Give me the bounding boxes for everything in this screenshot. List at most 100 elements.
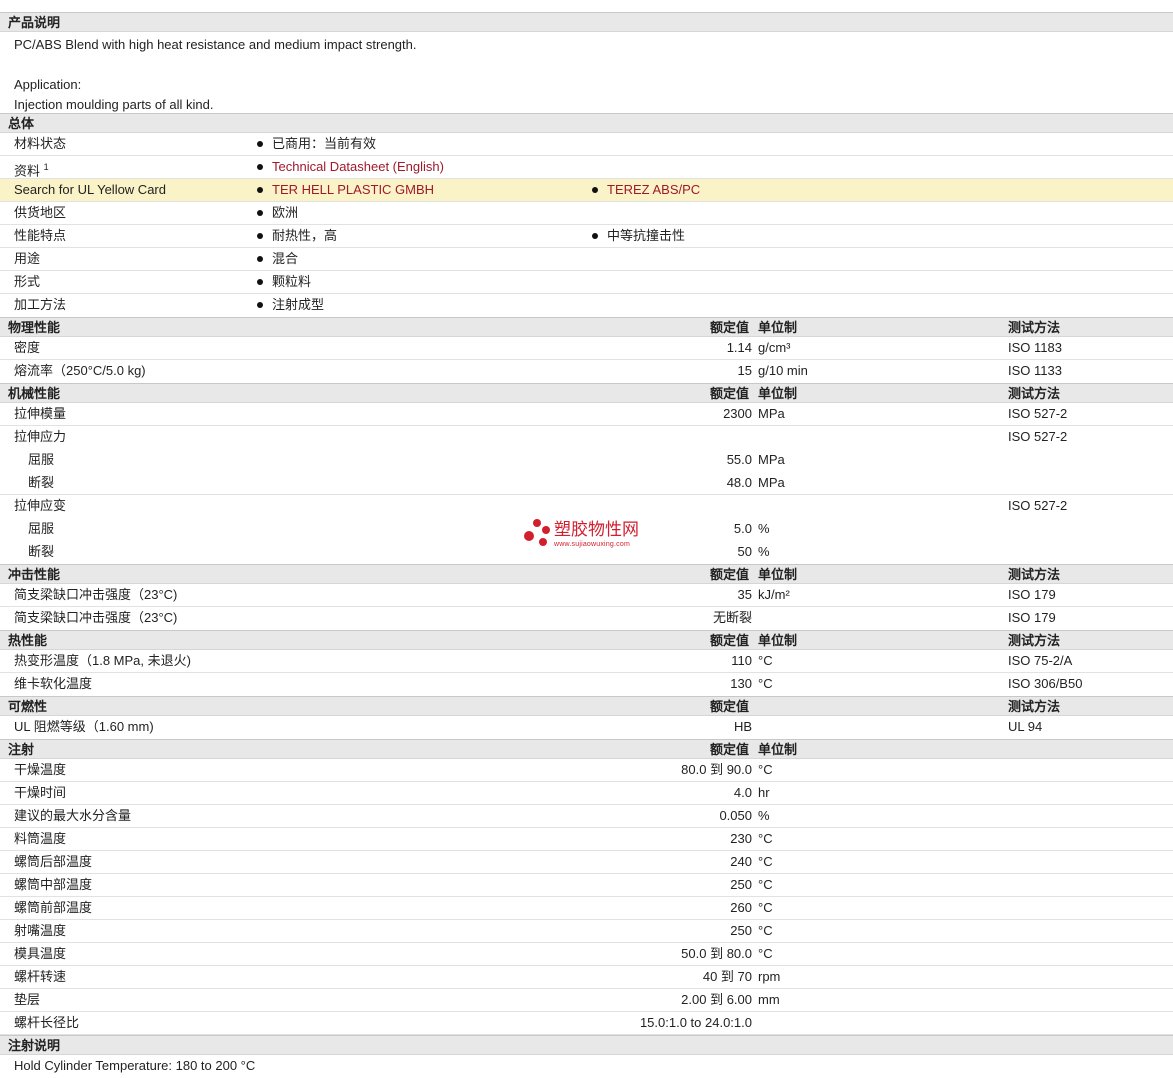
row-label: 材料状态 — [14, 136, 67, 151]
col-header-test: 测试方法 — [1008, 386, 1061, 401]
row-label: 模具温度 — [14, 946, 67, 961]
property-row: 射嘴温度 250 °C — [0, 920, 1173, 943]
property-row: 维卡软化温度 130 °C ISO 306/B50 — [0, 673, 1173, 696]
col-header-nominal: 额定值 — [710, 386, 750, 401]
row-label: 垫层 — [14, 992, 41, 1007]
property-row: 干燥时间 4.0 hr — [0, 782, 1173, 805]
row-unit: °C — [758, 762, 773, 777]
col-header-nominal: 额定值 — [710, 742, 750, 757]
row-label: 建议的最大水分含量 — [14, 808, 132, 823]
col-header-nominal: 额定值 — [710, 633, 750, 648]
row-label: 拉伸应变 — [14, 498, 67, 513]
row-label: 加工方法 — [14, 297, 67, 312]
section-title: 产品说明 — [8, 15, 61, 30]
description-text: Application: — [14, 77, 82, 92]
row-value: 55.0 — [726, 452, 752, 467]
row-value: 2.00 到 6.00 — [681, 992, 752, 1007]
row-unit: MPa — [758, 406, 785, 421]
row-value: 50.0 到 80.0 — [681, 946, 752, 961]
ul-product-link[interactable]: TEREZ ABS/PC — [607, 182, 700, 197]
property-row: 螺筒中部温度 250 °C — [0, 874, 1173, 897]
property-row: 料筒温度 230 °C — [0, 828, 1173, 851]
row-label: 简支梁缺口冲击强度（23°C) — [14, 587, 178, 602]
bullet-icon — [592, 187, 598, 193]
row-value: 250 — [730, 923, 752, 938]
technical-datasheet-link[interactable]: Technical Datasheet (English) — [272, 159, 444, 174]
section-header-injection: 注射 额定值 单位制 — [0, 739, 1173, 759]
row-value: 已商用：当前有效 — [272, 136, 377, 151]
property-row: 热变形温度（1.8 MPa, 未退火) 110 °C ISO 75-2/A — [0, 650, 1173, 673]
row-unit: g/cm³ — [758, 340, 791, 355]
general-row-docs: 资料 1 Technical Datasheet (English) — [0, 156, 1173, 179]
row-label: 料筒温度 — [14, 831, 67, 846]
property-row: UL 阻燃等级（1.60 mm) HB UL 94 — [0, 716, 1173, 739]
row-value: 5.0 — [733, 521, 752, 536]
row-unit: °C — [758, 854, 773, 869]
row-value: 无断裂 — [712, 610, 752, 625]
bullet-icon — [257, 279, 263, 285]
property-row: 螺杆转速 40 到 70 rpm — [0, 966, 1173, 989]
bullet-icon — [257, 187, 263, 193]
row-label: 干燥时间 — [14, 785, 67, 800]
row-test-method: ISO 527-2 — [1008, 498, 1068, 513]
row-value: 耐热性，高 — [272, 228, 338, 243]
watermark-name: 塑胶物性网 — [554, 520, 639, 540]
section-header-physical: 物理性能 额定值 单位制 测试方法 — [0, 317, 1173, 337]
row-unit: hr — [758, 785, 770, 800]
section-title: 热性能 — [8, 633, 48, 648]
section-title: 总体 — [8, 116, 35, 131]
bullet-icon — [257, 302, 263, 308]
row-value: 130 — [730, 676, 752, 691]
product-description: PC/ABS Blend with high heat resistance a… — [0, 32, 1173, 113]
row-test-method: ISO 1183 — [1008, 340, 1062, 355]
property-row: 简支梁缺口冲击强度（23°C) 无断裂 ISO 179 — [0, 607, 1173, 630]
section-header-thermal: 热性能 额定值 单位制 测试方法 — [0, 630, 1173, 650]
section-header-impact: 冲击性能 额定值 单位制 测试方法 — [0, 564, 1173, 584]
row-label: UL 阻燃等级（1.60 mm) — [14, 719, 154, 734]
property-row: 垫层 2.00 到 6.00 mm — [0, 989, 1173, 1012]
general-row-processing: 加工方法 注射成型 — [0, 294, 1173, 317]
col-header-nominal: 额定值 — [710, 699, 750, 714]
property-row: 螺筒前部温度 260 °C — [0, 897, 1173, 920]
row-value: 0.050 — [719, 808, 752, 823]
row-label: 射嘴温度 — [14, 923, 67, 938]
property-row: 拉伸模量 2300 MPa ISO 527-2 — [0, 403, 1173, 426]
row-value: 80.0 到 90.0 — [681, 762, 752, 777]
property-subrow: 断裂 48.0 MPa — [0, 472, 1173, 495]
row-label: 热变形温度（1.8 MPa, 未退火) — [14, 653, 191, 668]
row-label: 螺杆转速 — [14, 969, 67, 984]
bullet-icon — [257, 141, 263, 147]
row-label: 简支梁缺口冲击强度（23°C) — [14, 610, 178, 625]
col-header-test: 测试方法 — [1008, 320, 1061, 335]
row-test-method: ISO 306/B50 — [1008, 676, 1083, 691]
section-title: 可燃性 — [8, 699, 48, 714]
row-unit: °C — [758, 877, 773, 892]
row-value: 15 — [737, 363, 752, 378]
row-test-method: ISO 1133 — [1008, 363, 1062, 378]
ul-company-link[interactable]: TER HELL PLASTIC GMBH — [272, 182, 434, 197]
row-value: 230 — [730, 831, 752, 846]
row-test-method: UL 94 — [1008, 719, 1043, 734]
row-value: 40 到 70 — [702, 969, 752, 984]
row-unit: °C — [758, 923, 773, 938]
row-value: 混合 — [272, 251, 299, 266]
row-label: 用途 — [14, 251, 41, 266]
row-value: 欧洲 — [272, 205, 299, 220]
row-label: 断裂 — [28, 544, 55, 559]
row-unit: % — [758, 521, 770, 536]
property-row: 简支梁缺口冲击强度（23°C) 35 kJ/m² ISO 179 — [0, 584, 1173, 607]
col-header-unit: 单位制 — [758, 742, 798, 757]
bullet-icon — [257, 256, 263, 262]
property-subrow: 屈服 55.0 MPa — [0, 449, 1173, 472]
col-header-nominal: 额定值 — [710, 320, 750, 335]
injection-rows: 干燥温度 80.0 到 90.0 °C 干燥时间 4.0 hr 建议的最大水分含量 0.050… — [0, 759, 1173, 1035]
section-title: 注射 — [8, 742, 35, 757]
row-label: 螺筒后部温度 — [14, 854, 93, 869]
row-label: 屈服 — [28, 452, 55, 467]
property-row: 拉伸应力 ISO 527-2 — [0, 426, 1173, 449]
col-header-unit: 单位制 — [758, 320, 798, 335]
bullet-icon — [257, 210, 263, 216]
col-header-test: 测试方法 — [1008, 699, 1061, 714]
col-header-unit: 单位制 — [758, 386, 798, 401]
row-unit: mm — [758, 992, 780, 1007]
